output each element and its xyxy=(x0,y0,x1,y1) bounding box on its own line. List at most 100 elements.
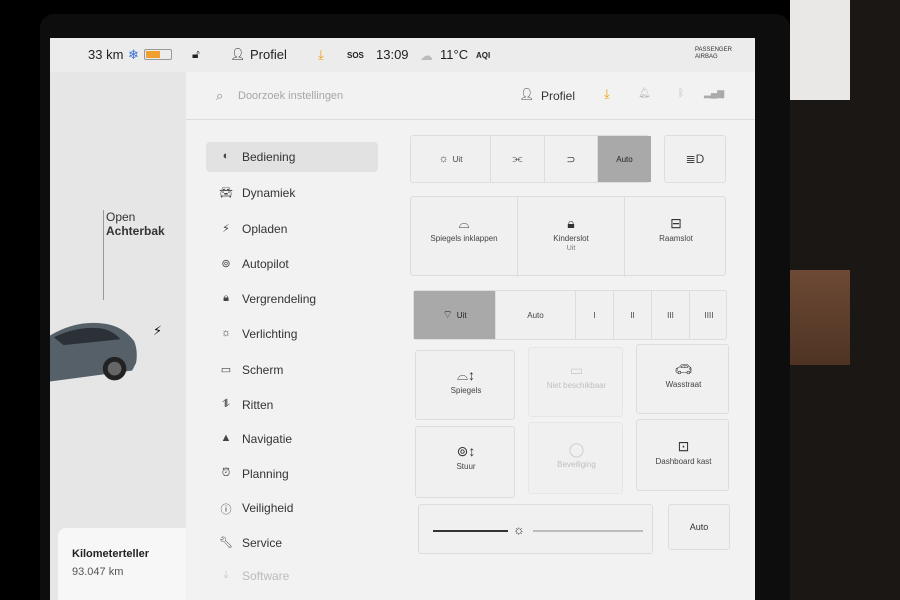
security-button: ◯ Beveiliging xyxy=(528,422,623,494)
menu-item-veiligheid[interactable]: ⓘ Veiligheid xyxy=(206,493,378,523)
lights-auto-option[interactable]: Auto xyxy=(598,136,651,182)
wiper-auto-option[interactable]: Auto xyxy=(496,291,576,339)
wiper-speed-1[interactable]: I xyxy=(576,291,614,339)
menu-item-ritten[interactable]: ⥮ Ritten xyxy=(206,390,378,420)
open-trunk-button[interactable]: Open Achterbak xyxy=(106,210,165,238)
child-lock-state: Uit xyxy=(566,245,576,252)
trunk-label: Achterbak xyxy=(106,224,165,238)
lights-off-label: Uit xyxy=(452,154,463,164)
car-wash-icon: 🚗︎ xyxy=(674,361,693,377)
status-bar: 33 km ❄ 🔓︎ 👤︎ Profiel ⤓ SOS 13:09 ☁ 11°C… xyxy=(50,38,755,72)
sun-icon: ☼ xyxy=(438,153,449,165)
lights-off-option[interactable]: ☼ Uit xyxy=(411,136,491,182)
menu-item-dynamiek[interactable]: 🚘︎ Dynamiek xyxy=(206,178,378,208)
menu-item-verlichting[interactable]: ☼ Verlichting xyxy=(206,319,378,349)
menu-label: Autopilot xyxy=(242,257,289,271)
touchscreen: 33 km ❄ 🔓︎ 👤︎ Profiel ⤓ SOS 13:09 ☁ 11°C… xyxy=(50,38,755,600)
range-readout: 33 km xyxy=(88,47,124,62)
menu-label: Software xyxy=(242,569,290,583)
menu-label: Planning xyxy=(242,467,289,481)
unavailable-tile: ▭ Niet beschikbaar xyxy=(529,362,624,390)
sos-button[interactable]: SOS xyxy=(347,51,364,60)
cloud-icon: ☁ xyxy=(420,48,433,63)
steering-adjust-button[interactable]: ⊚↕ Stuur xyxy=(415,426,515,498)
wiper-off-label: Uit xyxy=(456,310,467,320)
odometer-title: Kilometerteller xyxy=(72,548,150,560)
car-visualization-panel: Open Achterbak ⚡︎ Kilometerteller 93.047… xyxy=(50,72,193,600)
low-beam-option[interactable]: ⊃ xyxy=(545,136,598,182)
odometer-value: 93.047 km xyxy=(72,566,124,578)
steering-wheel-icon: ⊚ xyxy=(221,258,231,270)
download-icon[interactable]: ⤓ xyxy=(604,86,610,102)
unavailable-button: ▭ Niet beschikbaar xyxy=(528,347,623,417)
parking-lights-icon: ⫘ xyxy=(512,152,523,165)
menu-label: Bediening xyxy=(242,150,296,164)
mirrors-tile: ⌓↕ Spiegels xyxy=(416,367,516,395)
dashboard-box-button[interactable]: ⊡ Dashboard kast xyxy=(636,419,729,491)
brightness-slider[interactable]: ☼ xyxy=(418,504,653,554)
profile-button[interactable]: Profiel xyxy=(541,89,575,103)
menu-item-vergrendeling[interactable]: 🔒︎ Vergrendeling xyxy=(206,284,378,314)
sun-icon[interactable]: ☼ xyxy=(513,522,525,537)
wiper-speed-2[interactable]: II xyxy=(614,291,652,339)
search-input[interactable] xyxy=(238,86,448,106)
wiper-speed-3[interactable]: III xyxy=(652,291,690,339)
menu-item-service[interactable]: 🔧︎ Service xyxy=(206,528,378,558)
parking-lights-option[interactable]: ⫘ xyxy=(491,136,545,182)
mirrors-adjust-button[interactable]: ⌓↕ Spiegels xyxy=(415,350,515,420)
wiper-speed-4[interactable]: IIII xyxy=(690,291,728,339)
settings-top-bar: ⌕ 👤︎ Profiel ⤓ 🔔︎ ᛒ ▂▄▆ xyxy=(186,72,755,120)
wiper-speed-label: IIII xyxy=(704,310,714,320)
brightness-fill xyxy=(433,530,508,532)
screen-icon: ▭ xyxy=(569,362,584,378)
window-lock-button[interactable]: ⊟ Raamslot xyxy=(625,216,727,243)
menu-item-navigatie[interactable]: ▲ Navigatie xyxy=(206,424,378,454)
mirrors-label: Spiegels xyxy=(450,386,482,395)
lights-auto-label: Auto xyxy=(616,154,633,164)
car-wash-button[interactable]: 🚗︎ Wasstraat xyxy=(636,344,729,414)
dock-peek xyxy=(0,588,900,600)
wiper-icon: ⌔ xyxy=(442,309,453,321)
menu-item-planning[interactable]: ⏰︎ Planning xyxy=(206,459,378,489)
bluetooth-icon[interactable]: ᛒ xyxy=(678,88,684,99)
menu-label: Service xyxy=(242,536,283,550)
high-beam-button[interactable]: ≣D xyxy=(664,135,726,183)
child-lock-icon: 🔒︎ xyxy=(567,215,575,231)
passenger-airbag-indicator: PASSENGER AIRBAG xyxy=(695,47,732,60)
wiper-speed-label: I xyxy=(593,310,596,320)
menu-item-opladen[interactable]: ⚡︎ Opladen xyxy=(206,214,378,244)
menu-item-software[interactable]: ⤓ Software xyxy=(206,561,378,591)
person-icon: 👤︎ xyxy=(519,87,535,101)
toggle-icon: ◐ xyxy=(222,150,230,162)
steering-wheel-icon: ⊚↕ xyxy=(456,443,476,459)
menu-item-scherm[interactable]: ▭ Scherm xyxy=(206,355,378,385)
low-beam-icon: ⊃ xyxy=(566,153,576,166)
info-circle-icon: ⓘ xyxy=(220,504,232,516)
car-image xyxy=(50,322,137,382)
open-label: Open xyxy=(106,210,136,224)
charge-port-bolt-icon[interactable]: ⚡︎ xyxy=(153,323,162,339)
bell-icon[interactable]: 🔔︎ xyxy=(638,88,651,99)
wiper-speed-label: II xyxy=(630,310,635,320)
mirror-icon: ⌓ xyxy=(458,215,470,231)
child-lock-label: Kinderslot xyxy=(553,234,589,243)
car-wash-tile: 🚗︎ Wasstraat xyxy=(637,361,730,389)
menu-label: Navigatie xyxy=(242,432,293,446)
wiper-control: ⌔ Uit Auto I II III IIII xyxy=(413,290,727,340)
brightness-auto-button[interactable]: Auto xyxy=(668,504,730,550)
unlock-icon[interactable]: 🔓︎ xyxy=(192,47,200,62)
snowflake-icon: ❄ xyxy=(128,47,139,62)
menu-item-bediening[interactable]: ◐ Bediening xyxy=(206,142,378,172)
fold-mirrors-button[interactable]: ⌓ Spiegels inklappen xyxy=(411,215,517,243)
profile-button[interactable]: Profiel xyxy=(250,47,287,62)
wood-trim xyxy=(790,270,850,365)
download-icon[interactable]: ⤓ xyxy=(318,47,324,63)
wiper-auto-label: Auto xyxy=(527,310,544,320)
wiper-speed-label: III xyxy=(667,310,674,320)
wiper-off-option[interactable]: ⌔ Uit xyxy=(414,291,496,339)
menu-item-autopilot[interactable]: ⊚ Autopilot xyxy=(206,249,378,279)
steering-tile: ⊚↕ Stuur xyxy=(416,443,516,471)
settings-panel: ⌕ 👤︎ Profiel ⤓ 🔔︎ ᛒ ▂▄▆ ◐ Bediening 🚘︎ D… xyxy=(186,72,755,600)
mirror-adjust-icon: ⌓↕ xyxy=(456,367,476,383)
child-lock-button[interactable]: 🔒︎ Kinderslot Uit xyxy=(518,215,624,253)
